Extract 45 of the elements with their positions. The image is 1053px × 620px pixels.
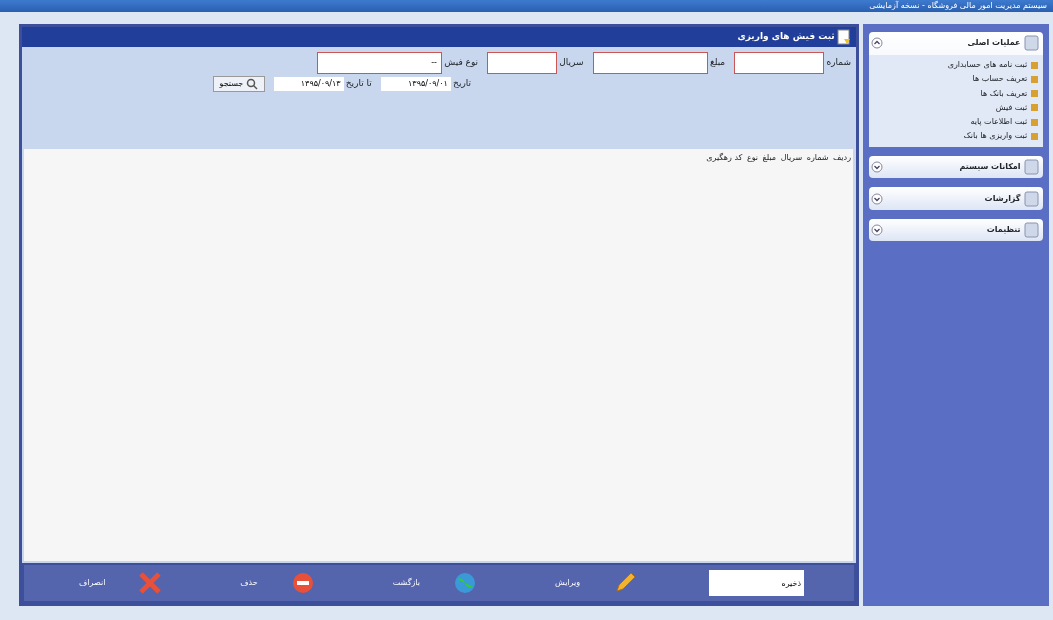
field-label: تاریخ	[453, 77, 471, 90]
column-header[interactable]: کد رهگیری	[706, 151, 743, 164]
field-label: تا تاریخ	[345, 77, 372, 90]
column-header[interactable]: شماره	[806, 151, 829, 164]
panel-title[interactable]: تنظیمات	[986, 224, 1021, 236]
text-field[interactable]	[592, 51, 708, 74]
search-button[interactable]: جستجو	[212, 75, 265, 92]
document-icon	[837, 29, 851, 45]
expand-icon[interactable]	[871, 192, 884, 205]
column-header[interactable]: ردیف	[833, 151, 851, 164]
date-field[interactable]: ۱۳۹۵/۰۹/۱۳	[273, 76, 344, 91]
window-title: سیستم مدیریت امور مالی فروشگاه - نسخه آزمایشی	[0, 0, 1053, 12]
toolbar-button[interactable]: انصراف	[73, 576, 112, 590]
text-field[interactable]: --	[316, 51, 442, 74]
collapse-icon[interactable]	[871, 37, 884, 50]
panel-title[interactable]: عملیات اصلی	[967, 37, 1021, 50]
globe-icon[interactable]	[453, 571, 477, 595]
expand-icon[interactable]	[871, 224, 884, 236]
toolbar-button[interactable]: حذف	[234, 576, 264, 590]
sidebar-item[interactable]: تعریف بانک ها	[980, 87, 1028, 100]
field-label: شماره	[826, 55, 851, 69]
sidebar-item[interactable]: ثبت نامه های حسابداری	[947, 59, 1028, 71]
field-label: نوع فیش	[444, 55, 479, 69]
column-header[interactable]: مبلغ	[762, 151, 777, 164]
date-field[interactable]: ۱۳۹۵/۰۹/۰۱	[380, 76, 451, 91]
sidebar-item[interactable]: ثبت فیش	[995, 101, 1028, 114]
no-entry-icon[interactable]	[290, 571, 315, 595]
pencil-icon[interactable]	[613, 571, 638, 595]
text-field[interactable]	[487, 51, 558, 74]
field-label: سریال	[559, 55, 584, 69]
field-label: مبلغ	[709, 55, 726, 69]
toolbar-button[interactable]: بازگشت	[386, 576, 426, 590]
panel-title[interactable]: گزارشات	[984, 192, 1021, 205]
panel-title[interactable]: امکانات سیستم	[959, 161, 1021, 173]
column-header[interactable]: سریال	[780, 151, 803, 164]
sidebar-item[interactable]: تعریف حساب ها	[972, 73, 1028, 86]
text-field[interactable]: ذخیره	[709, 570, 805, 596]
sidebar-item[interactable]: ثبت اطلاعات پایه	[970, 116, 1028, 128]
search-icon	[245, 77, 258, 90]
expand-icon[interactable]	[871, 161, 884, 173]
toolbar-button[interactable]: ویرایش	[548, 576, 587, 590]
text-field[interactable]	[734, 51, 825, 74]
form-title: ثبت فیش های واریزی	[737, 30, 835, 44]
sidebar-item[interactable]: ثبت واریزی ها بانک	[963, 130, 1028, 143]
column-header[interactable]: نوع	[746, 151, 759, 164]
